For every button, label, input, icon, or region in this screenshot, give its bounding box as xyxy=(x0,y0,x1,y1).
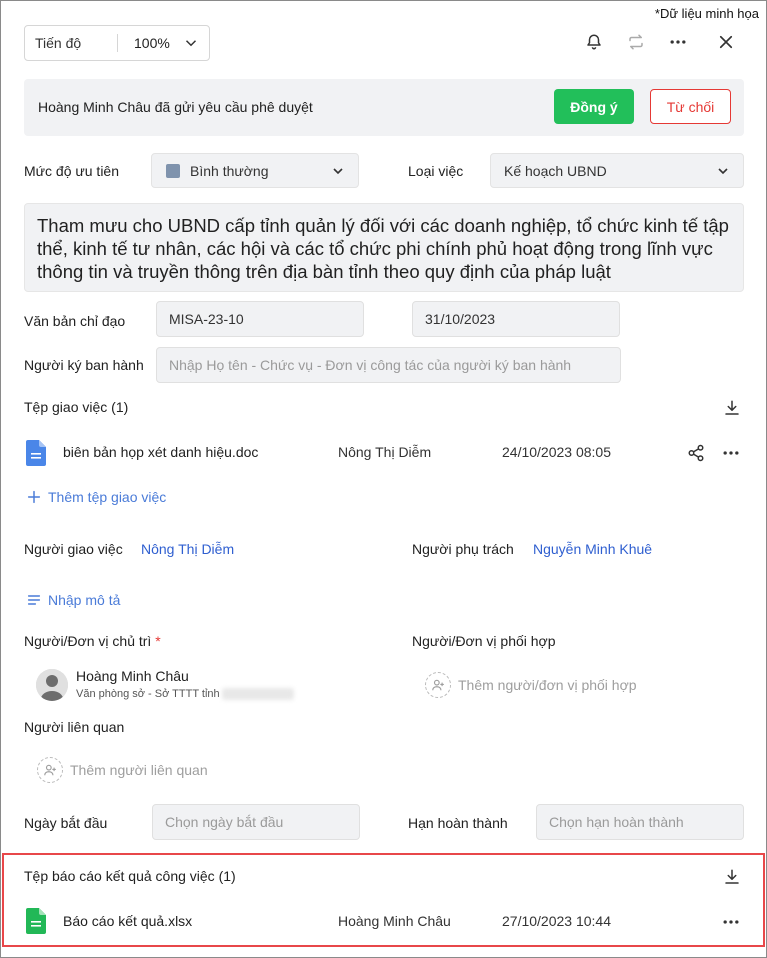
add-related-button[interactable] xyxy=(37,757,63,783)
task-title-input[interactable]: Tham mưu cho UBND cấp tỉnh quản lý đối v… xyxy=(24,203,744,292)
related-label: Người liên quan xyxy=(24,719,125,735)
add-coordinator-placeholder[interactable]: Thêm người/đơn vị phối hợp xyxy=(458,677,637,693)
task-type-select[interactable]: Kế hoạch UBND xyxy=(490,153,744,188)
due-date-picker[interactable]: Chọn hạn hoàn thành xyxy=(536,804,744,840)
more-icon[interactable] xyxy=(667,31,689,53)
add-user-icon xyxy=(44,764,56,776)
task-type-label: Loại việc xyxy=(408,163,464,179)
start-date-picker[interactable]: Chọn ngày bắt đầu xyxy=(152,804,360,840)
lead-unit: Văn phòng sở - Sở TTTT tỉnh xyxy=(76,688,294,701)
requester-name: Hoàng Minh Châu xyxy=(38,99,151,115)
approval-message: Hoàng Minh Châu đã gửi yêu cầu phê duyệt xyxy=(38,99,313,115)
xlsx-file-icon xyxy=(26,908,46,934)
chevron-down-icon xyxy=(718,168,728,175)
priority-label: Mức độ ưu tiên xyxy=(24,163,120,179)
directive-label: Văn bản chỉ đạo xyxy=(24,313,126,329)
priority-value: Bình thường xyxy=(190,162,269,179)
owner-label: Người phụ trách xyxy=(412,541,514,557)
repeat-icon[interactable] xyxy=(625,31,647,53)
start-date-label: Ngày bắt đầu xyxy=(24,815,108,831)
add-related-placeholder[interactable]: Thêm người liên quan xyxy=(70,762,208,778)
file-name[interactable]: biên bản họp xét danh hiệu.doc xyxy=(63,444,258,460)
signer-input[interactable]: Nhập Họ tên - Chức vụ - Đơn vị công tác … xyxy=(156,347,621,383)
lead-label-text: Người/Đơn vị chủ trì xyxy=(24,633,152,649)
file-row[interactable]: biên bản họp xét danh hiệu.doc Nông Thị … xyxy=(24,435,744,471)
required-mark: * xyxy=(155,633,161,649)
add-assignment-file-label: Thêm tệp giao việc xyxy=(48,489,167,505)
download-icon[interactable] xyxy=(721,866,743,888)
file-date: 27/10/2023 10:44 xyxy=(502,913,611,929)
progress-zoom-select[interactable]: Tiến độ 100% xyxy=(24,25,210,61)
redacted-text xyxy=(221,688,294,701)
task-type-value: Kế hoạch UBND xyxy=(504,162,607,179)
description-label: Nhập mô tả xyxy=(48,592,121,608)
assignment-files-title: Tệp giao việc (1) xyxy=(24,399,129,415)
lead-name[interactable]: Hoàng Minh Châu xyxy=(76,668,189,684)
add-coordinator-button[interactable] xyxy=(425,672,451,698)
bell-icon[interactable] xyxy=(583,31,605,53)
file-owner: Nông Thị Diễm xyxy=(338,444,432,460)
file-name[interactable]: Báo cáo kết quả.xlsx xyxy=(63,913,192,929)
more-icon[interactable] xyxy=(720,911,742,933)
lead-label: Người/Đơn vị chủ trì * xyxy=(24,633,161,649)
chevron-down-icon xyxy=(333,168,343,175)
owner-name[interactable]: Nguyễn Minh Khuê xyxy=(533,541,652,557)
zoom-value: 100% xyxy=(134,35,170,51)
assigner-name[interactable]: Nông Thị Diễm xyxy=(141,541,234,557)
progress-label: Tiến độ xyxy=(35,35,82,51)
directive-number-field[interactable]: MISA-23-10 xyxy=(156,301,364,337)
coordinator-label: Người/Đơn vị phối hợp xyxy=(412,633,556,649)
priority-select[interactable]: Bình thường xyxy=(151,153,359,188)
signer-label: Người ký ban hành xyxy=(24,357,144,373)
doc-file-icon xyxy=(26,440,46,466)
plus-icon xyxy=(27,490,41,504)
approval-text: đã gửi yêu cầu phê duyệt xyxy=(154,99,313,115)
description-link[interactable]: Nhập mô tả xyxy=(26,592,120,608)
more-icon[interactable] xyxy=(720,442,742,464)
approval-banner: Hoàng Minh Châu đã gửi yêu cầu phê duyệt… xyxy=(24,79,744,136)
directive-date-field[interactable]: 31/10/2023 xyxy=(412,301,620,337)
add-user-icon xyxy=(432,679,444,691)
chevron-down-icon xyxy=(185,40,197,47)
priority-color-swatch xyxy=(166,163,180,178)
file-date: 24/10/2023 08:05 xyxy=(502,444,611,460)
watermark: *Dữ liệu minh họa xyxy=(654,6,759,21)
file-row[interactable]: Báo cáo kết quả.xlsx Hoàng Minh Châu 27/… xyxy=(24,904,744,940)
approve-button[interactable]: Đồng ý xyxy=(554,89,634,124)
due-date-label: Hạn hoàn thành xyxy=(408,815,508,831)
download-icon[interactable] xyxy=(721,397,743,419)
lead-unit-text: Văn phòng sở - Sở TTTT tỉnh xyxy=(76,688,220,700)
result-files-title: Tệp báo cáo kết quả công việc (1) xyxy=(24,868,236,884)
assigner-label: Người giao việc xyxy=(24,541,123,557)
text-lines-icon xyxy=(27,595,41,605)
avatar[interactable] xyxy=(36,669,68,701)
close-icon[interactable] xyxy=(715,31,737,53)
share-icon[interactable] xyxy=(685,442,707,464)
file-owner: Hoàng Minh Châu xyxy=(338,913,451,929)
reject-button[interactable]: Từ chối xyxy=(650,89,731,124)
add-assignment-file-link[interactable]: Thêm tệp giao việc xyxy=(26,489,166,505)
